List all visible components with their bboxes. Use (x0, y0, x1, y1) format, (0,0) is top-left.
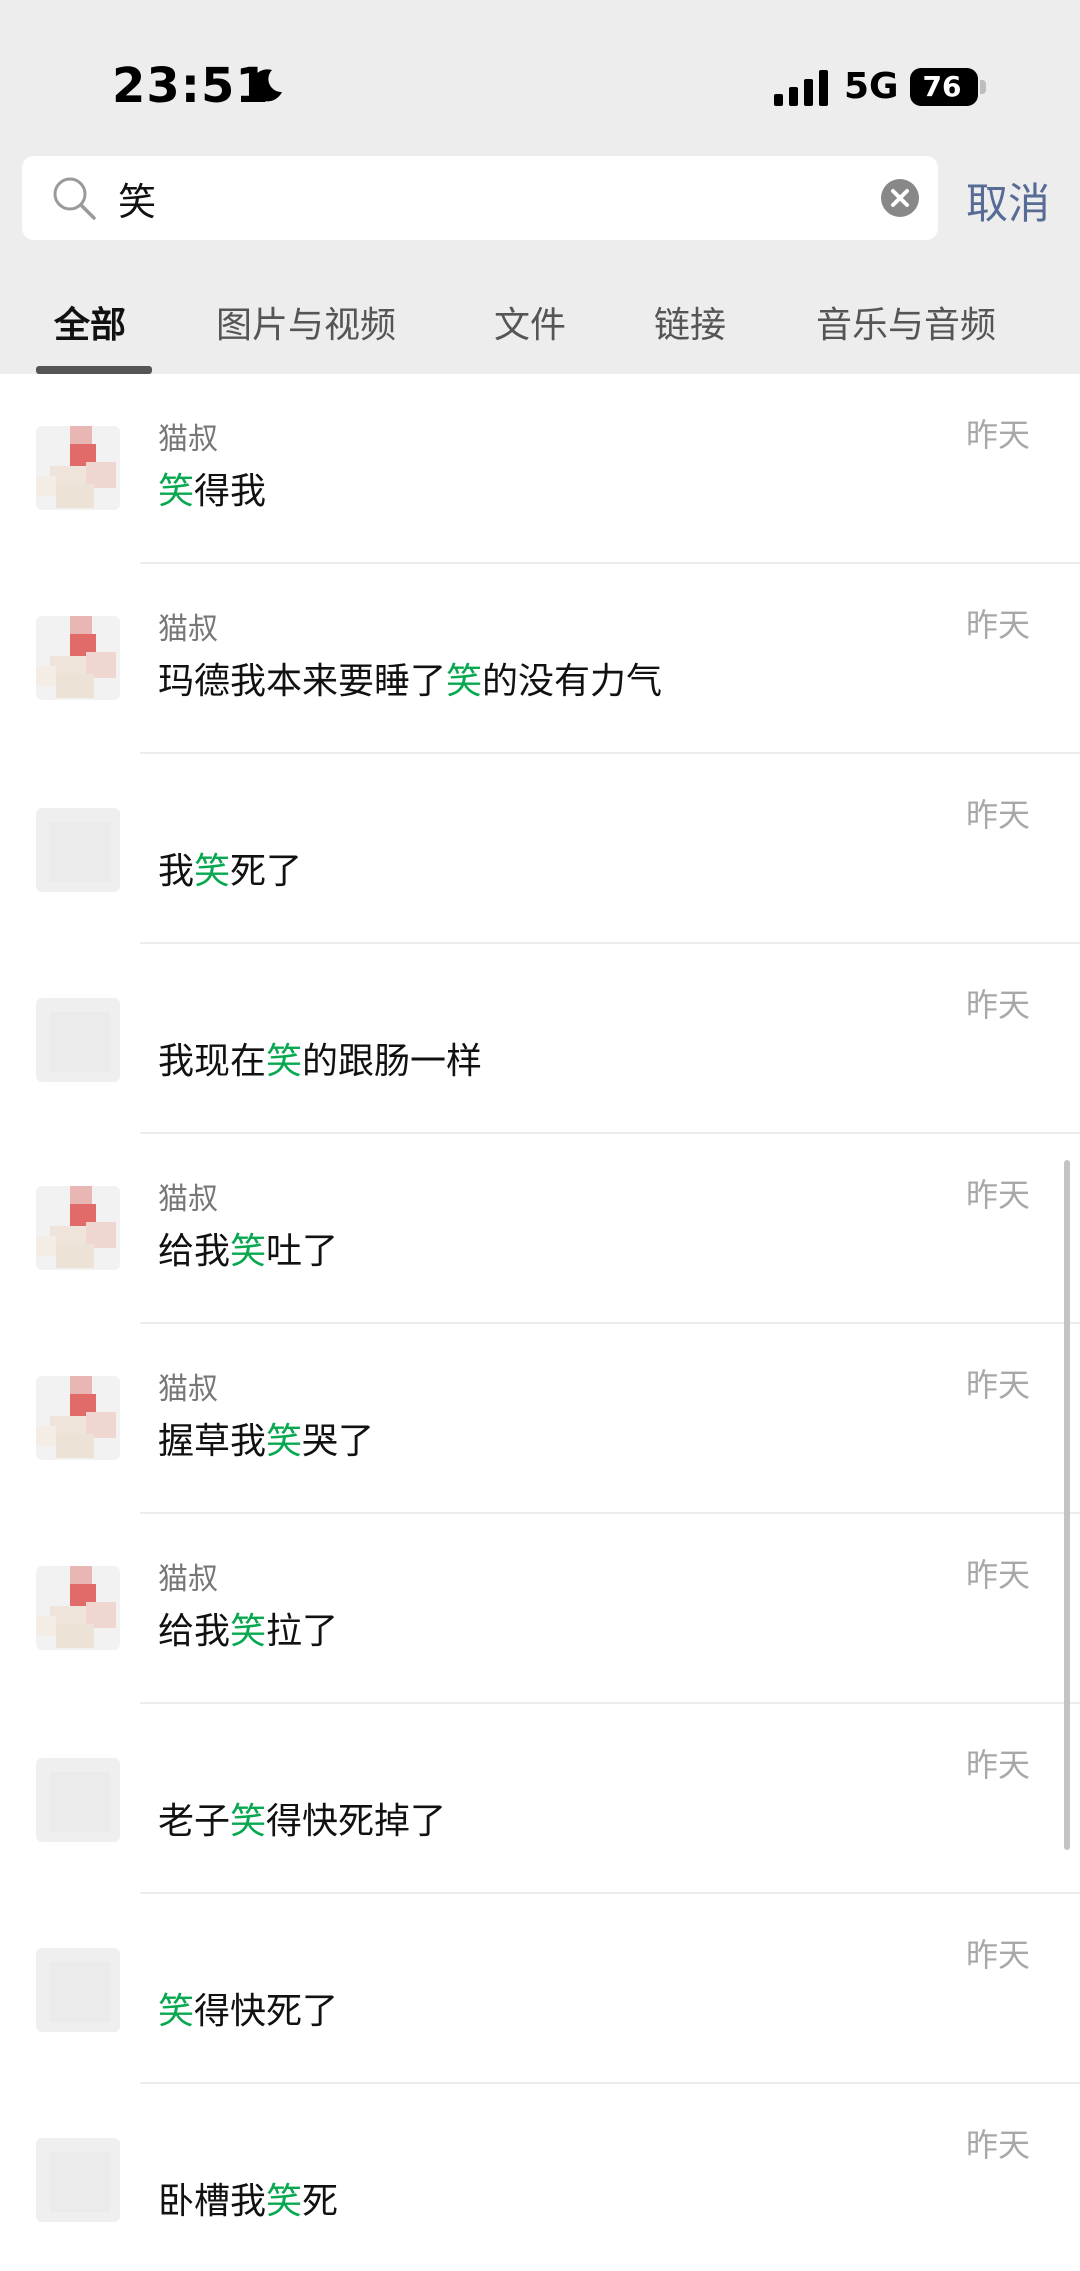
message-text: 笑得我 (158, 462, 266, 514)
keyword-highlight: 笑 (266, 1421, 303, 1462)
avatar (36, 1758, 120, 1842)
result-item[interactable]: 我现在笑的跟肠一样 昨天 (0, 944, 1080, 1134)
sender-name: 猫叔 (158, 1182, 218, 1217)
avatar (36, 1186, 120, 1270)
message-fragment: 给我 (158, 1231, 231, 1272)
message-text: 我笑死了 (158, 842, 302, 894)
keyword-highlight: 笑 (230, 1611, 267, 1652)
result-item[interactable]: 卧槽我笑死 昨天 (0, 2084, 1080, 2271)
result-item[interactable]: 猫叔给我笑拉了 昨天 (0, 1514, 1080, 1704)
result-item[interactable]: 猫叔给我笑吐了 昨天 (0, 1134, 1080, 1324)
result-item[interactable]: 老子笑得快死掉了 昨天 (0, 1704, 1080, 1894)
keyword-highlight: 笑 (158, 471, 195, 512)
avatar (36, 1376, 120, 1460)
message-date: 昨天 (966, 1366, 1031, 1404)
message-fragment: 玛德我本来要睡了 (158, 661, 447, 702)
avatar (36, 1948, 120, 2032)
sender-name: 猫叔 (158, 422, 218, 457)
tab-music-audio[interactable]: 音乐与音频 (816, 296, 996, 348)
message-text: 给我笑拉了 (158, 1602, 338, 1654)
message-fragment: 卧槽我 (158, 2181, 267, 2222)
avatar (36, 2138, 120, 2222)
message-text: 握草我笑哭了 (158, 1412, 374, 1464)
message-date: 昨天 (966, 1556, 1031, 1594)
battery-level: 76 (922, 70, 962, 103)
message-text: 玛德我本来要睡了笑的没有力气 (158, 652, 662, 704)
message-date: 昨天 (966, 796, 1031, 834)
avatar (36, 998, 120, 1082)
avatar (36, 808, 120, 892)
message-text: 我现在笑的跟肠一样 (158, 1032, 482, 1084)
network-type: 5G (844, 66, 899, 107)
tab-all[interactable]: 全部 (54, 296, 126, 348)
message-fragment: 给我 (158, 1611, 231, 1652)
keyword-highlight: 笑 (194, 851, 231, 892)
header: 23:51 5G 76 取消 全部 图片与视频 (0, 0, 1080, 374)
message-fragment: 老子 (158, 1801, 231, 1842)
search-input[interactable] (118, 156, 858, 240)
message-fragment: 我 (158, 851, 195, 892)
message-fragment: 得快死了 (194, 1991, 339, 2032)
clear-icon[interactable] (880, 178, 920, 218)
message-text: 给我笑吐了 (158, 1222, 338, 1274)
tab-links[interactable]: 链接 (654, 296, 726, 348)
message-fragment: 我现在 (158, 1041, 267, 1082)
tab-images-videos[interactable]: 图片与视频 (216, 296, 396, 348)
signal-icon (774, 70, 828, 106)
search-icon (53, 177, 96, 220)
message-fragment: 得我 (194, 471, 267, 512)
message-date: 昨天 (966, 1936, 1031, 1974)
keyword-highlight: 笑 (266, 2181, 303, 2222)
sender-name: 猫叔 (158, 612, 218, 647)
result-item[interactable]: 猫叔笑得我 昨天 (0, 374, 1080, 564)
sender-name: 猫叔 (158, 1562, 218, 1597)
keyword-highlight: 笑 (446, 661, 483, 702)
keyword-highlight: 笑 (158, 1991, 195, 2032)
tab-files[interactable]: 文件 (494, 296, 566, 348)
message-fragment: 得快死掉了 (266, 1801, 447, 1842)
message-fragment: 的跟肠一样 (302, 1041, 483, 1082)
search-results: 猫叔 笑得我 昨天 猫叔 玛德我本来要睡了笑的没有力气 昨天 我笑死了 昨天 我现在笑的跟肠一样… (0, 374, 1080, 2271)
message-text: 老子笑得快死掉了 (158, 1792, 446, 1844)
keyword-highlight: 笑 (230, 1231, 267, 1272)
result-item[interactable]: 笑得快死了 昨天 (0, 1894, 1080, 2084)
message-fragment: 哭了 (302, 1421, 375, 1462)
message-fragment: 握草我 (158, 1421, 267, 1462)
message-fragment: 的没有力气 (482, 661, 663, 702)
message-date: 昨天 (966, 416, 1031, 454)
message-date: 昨天 (966, 986, 1031, 1024)
message-date: 昨天 (966, 2126, 1031, 2164)
message-fragment: 吐了 (266, 1231, 339, 1272)
message-date: 昨天 (966, 1746, 1031, 1784)
search-box[interactable] (22, 156, 938, 240)
battery-icon: 76 (910, 68, 986, 106)
message-text: 卧槽我笑死 (158, 2172, 338, 2224)
cancel-button[interactable]: 取消 (966, 170, 1050, 231)
avatar (36, 1566, 120, 1650)
message-fragment: 死 (302, 2181, 339, 2222)
message-date: 昨天 (966, 606, 1031, 644)
scrollbar[interactable] (1064, 1160, 1070, 1850)
message-fragment: 拉了 (266, 1611, 339, 1652)
message-date: 昨天 (966, 1176, 1031, 1214)
result-item[interactable]: 猫叔握草我笑哭了 昨天 (0, 1324, 1080, 1514)
message-text: 笑得快死了 (158, 1982, 338, 2034)
tab-indicator (36, 366, 152, 374)
filter-tabs: 全部 图片与视频 文件 链接 音乐与音频 (0, 296, 1080, 374)
result-item[interactable]: 我笑死了 昨天 (0, 754, 1080, 944)
sender-name: 猫叔 (158, 1372, 218, 1407)
message-fragment: 死了 (230, 851, 303, 892)
keyword-highlight: 笑 (230, 1801, 267, 1842)
avatar (36, 426, 120, 510)
avatar (36, 616, 120, 700)
status-bar: 23:51 5G 76 (0, 0, 1080, 150)
moon-icon (251, 69, 282, 102)
keyword-highlight: 笑 (266, 1041, 303, 1082)
result-item[interactable]: 猫叔玛德我本来要睡了笑的没有力气 昨天 (0, 564, 1080, 754)
